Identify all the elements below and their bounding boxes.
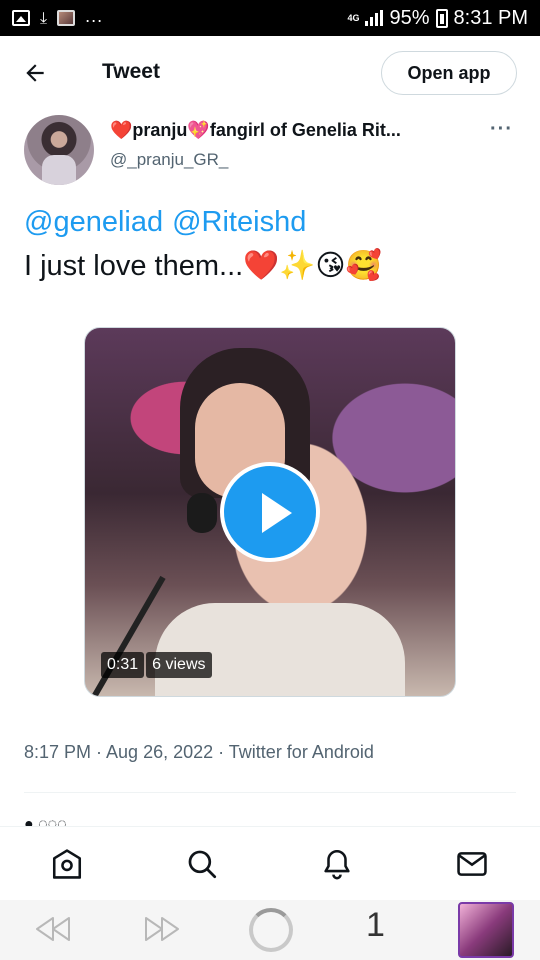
signal-icon	[365, 10, 384, 26]
tab-count[interactable]: 1	[366, 906, 385, 945]
bottom-tab-bar	[0, 826, 540, 902]
open-app-button[interactable]: Open app	[381, 51, 517, 95]
video-info: 0:31 6 views	[101, 652, 212, 678]
tweet-header: Tweet Open app	[0, 36, 540, 110]
profile-thumbnail[interactable]	[458, 902, 514, 958]
clock: 8:31 PM	[453, 6, 528, 29]
author-display-name[interactable]: ❤️pranju💖fangirl of Genelia Rit...	[110, 120, 455, 141]
avatar-figure	[42, 155, 76, 185]
back-nav-icon[interactable]	[33, 914, 73, 944]
video-frame-microphone	[187, 493, 217, 533]
tweet-emojis: ❤️✨😘🥰	[243, 248, 382, 282]
tweet-text-content: I just love them...	[24, 250, 244, 282]
play-icon[interactable]	[220, 462, 320, 562]
tweet-timestamp-source: 8:17 PM · Aug 26, 2022 · Twitter for And…	[24, 742, 374, 762]
tweet-mentions: @geneliad @Riteishd	[24, 206, 306, 239]
status-bar: ⤓ ... 4G 95% 8:31 PM	[0, 0, 540, 36]
page-title: Tweet	[102, 60, 160, 83]
more-options-icon[interactable]: ···	[490, 118, 513, 141]
battery-percent: 95%	[389, 6, 430, 29]
author-handle[interactable]: @_pranju_GR_	[110, 150, 228, 170]
messages-icon[interactable]	[455, 847, 489, 881]
battery-icon	[435, 8, 448, 28]
loading-spinner-icon[interactable]	[249, 908, 293, 952]
divider	[24, 792, 516, 793]
video-views: 6 views	[146, 652, 212, 678]
home-icon[interactable]	[50, 847, 84, 881]
tweet-text: I just love them...❤️✨😘🥰	[24, 248, 382, 283]
search-icon[interactable]	[185, 847, 219, 881]
image-notification-icon	[57, 10, 76, 26]
forward-nav-icon[interactable]	[142, 914, 182, 944]
network-type: 4G	[347, 12, 360, 23]
mention-link[interactable]: @Riteishd	[172, 206, 306, 238]
mention-link[interactable]: @geneliad	[24, 206, 163, 238]
video-duration: 0:31	[101, 652, 145, 678]
video-player[interactable]: 0:31 6 views	[84, 327, 456, 697]
download-notification-icon: ⤓	[40, 8, 48, 27]
video-frame-dress	[155, 603, 405, 696]
gallery-notification-icon	[12, 10, 30, 26]
avatar[interactable]	[24, 115, 94, 185]
back-arrow-icon[interactable]	[22, 60, 48, 86]
notifications-icon[interactable]	[320, 847, 354, 881]
notification-overflow: ...	[85, 5, 104, 26]
browser-toolbar: 1	[0, 900, 540, 960]
